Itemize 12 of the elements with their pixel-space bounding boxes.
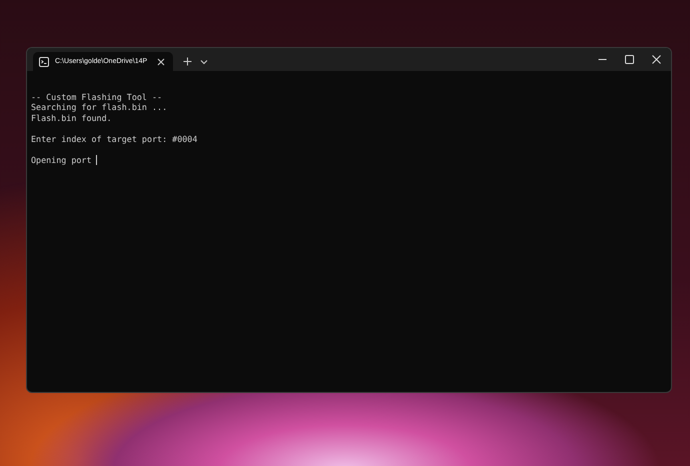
terminal-line: Opening port	[31, 154, 92, 165]
dropdown-caret-icon[interactable]	[200, 59, 208, 65]
close-icon[interactable]	[652, 55, 661, 64]
terminal-icon	[39, 56, 49, 66]
new-tab-icon[interactable]	[183, 57, 192, 66]
terminal-line: Flash.bin found.	[31, 112, 112, 123]
close-tab-icon[interactable]	[157, 58, 166, 66]
terminal-line: Searching for flash.bin ...	[31, 102, 168, 112]
terminal-line: Enter index of target port: #0004	[31, 134, 198, 144]
maximize-icon[interactable]	[625, 55, 634, 64]
text-cursor	[96, 154, 97, 165]
terminal-line: -- Custom Flashing Tool --	[31, 92, 162, 102]
